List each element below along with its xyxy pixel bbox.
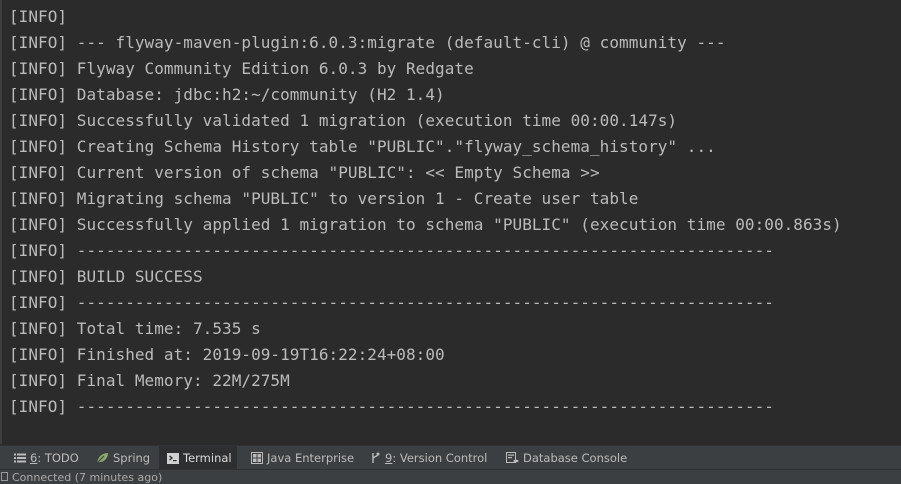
console-line: [INFO] --- flyway-maven-plugin:6.0.3:mig…	[9, 33, 726, 52]
tab-todo-mnemonic: 6	[30, 451, 38, 465]
console-line: [INFO] Creating Schema History table "PU…	[9, 137, 716, 156]
tab-version-control-mnemonic: 9	[385, 451, 393, 465]
tab-java-enterprise-label: Java Enterprise	[267, 451, 355, 465]
terminal-console[interactable]: [INFO] [INFO] --- flyway-maven-plugin:6.…	[0, 0, 901, 444]
tab-terminal[interactable]: Terminal	[159, 446, 237, 470]
console-line: [INFO] Final Memory: 22M/275M	[9, 371, 290, 390]
console-line: [INFO] Database: jdbc:h2:~/community (H2…	[9, 85, 445, 104]
console-line: [INFO] BUILD SUCCESS	[9, 267, 203, 286]
console-line: [INFO] Flyway Community Edition 6.0.3 by…	[9, 59, 474, 78]
tab-spring[interactable]: Spring	[90, 446, 156, 470]
tool-window-bar: 6: TODO Spring Terminal Java Enterprise …	[0, 445, 901, 470]
console-line: [INFO] Successfully applied 1 migration …	[9, 215, 842, 234]
terminal-icon	[167, 452, 179, 464]
spring-leaf-icon	[96, 453, 108, 464]
database-console-icon	[506, 452, 519, 463]
console-line: [INFO] ---------------------------------…	[9, 397, 774, 416]
tab-terminal-label: Terminal	[183, 451, 232, 465]
console-line: [INFO]	[9, 7, 68, 26]
tab-version-control-label: : Version Control	[392, 451, 488, 465]
tab-todo[interactable]: 6: TODO	[8, 446, 85, 470]
console-line: [INFO] Finished at: 2019-09-19T16:22:24+…	[9, 345, 445, 364]
branch-icon	[372, 452, 380, 463]
status-bar-toggle-icon[interactable]	[1, 472, 9, 481]
tab-java-enterprise[interactable]: Java Enterprise	[245, 446, 360, 470]
console-line: [INFO] Successfully validated 1 migratio…	[9, 111, 678, 130]
console-line: [INFO] ---------------------------------…	[9, 241, 774, 260]
java-enterprise-icon	[251, 452, 263, 464]
console-line: [INFO] Current version of schema "PUBLIC…	[9, 163, 600, 182]
tab-spring-label: Spring	[113, 451, 151, 465]
tab-database-console[interactable]: Database Console	[500, 446, 633, 470]
status-bar: Connected (7 minutes ago)	[0, 469, 901, 484]
tab-version-control[interactable]: 9: Version Control	[364, 446, 493, 470]
list-icon	[14, 453, 26, 463]
tab-todo-label: : TODO	[37, 451, 79, 465]
console-line: [INFO] ---------------------------------…	[9, 293, 774, 312]
console-output: [INFO] [INFO] --- flyway-maven-plugin:6.…	[9, 4, 842, 420]
tab-database-console-label: Database Console	[523, 451, 628, 465]
status-message: Connected (7 minutes ago)	[12, 471, 163, 484]
console-line: [INFO] Total time: 7.535 s	[9, 319, 261, 338]
console-line: [INFO] Migrating schema "PUBLIC" to vers…	[9, 189, 639, 208]
